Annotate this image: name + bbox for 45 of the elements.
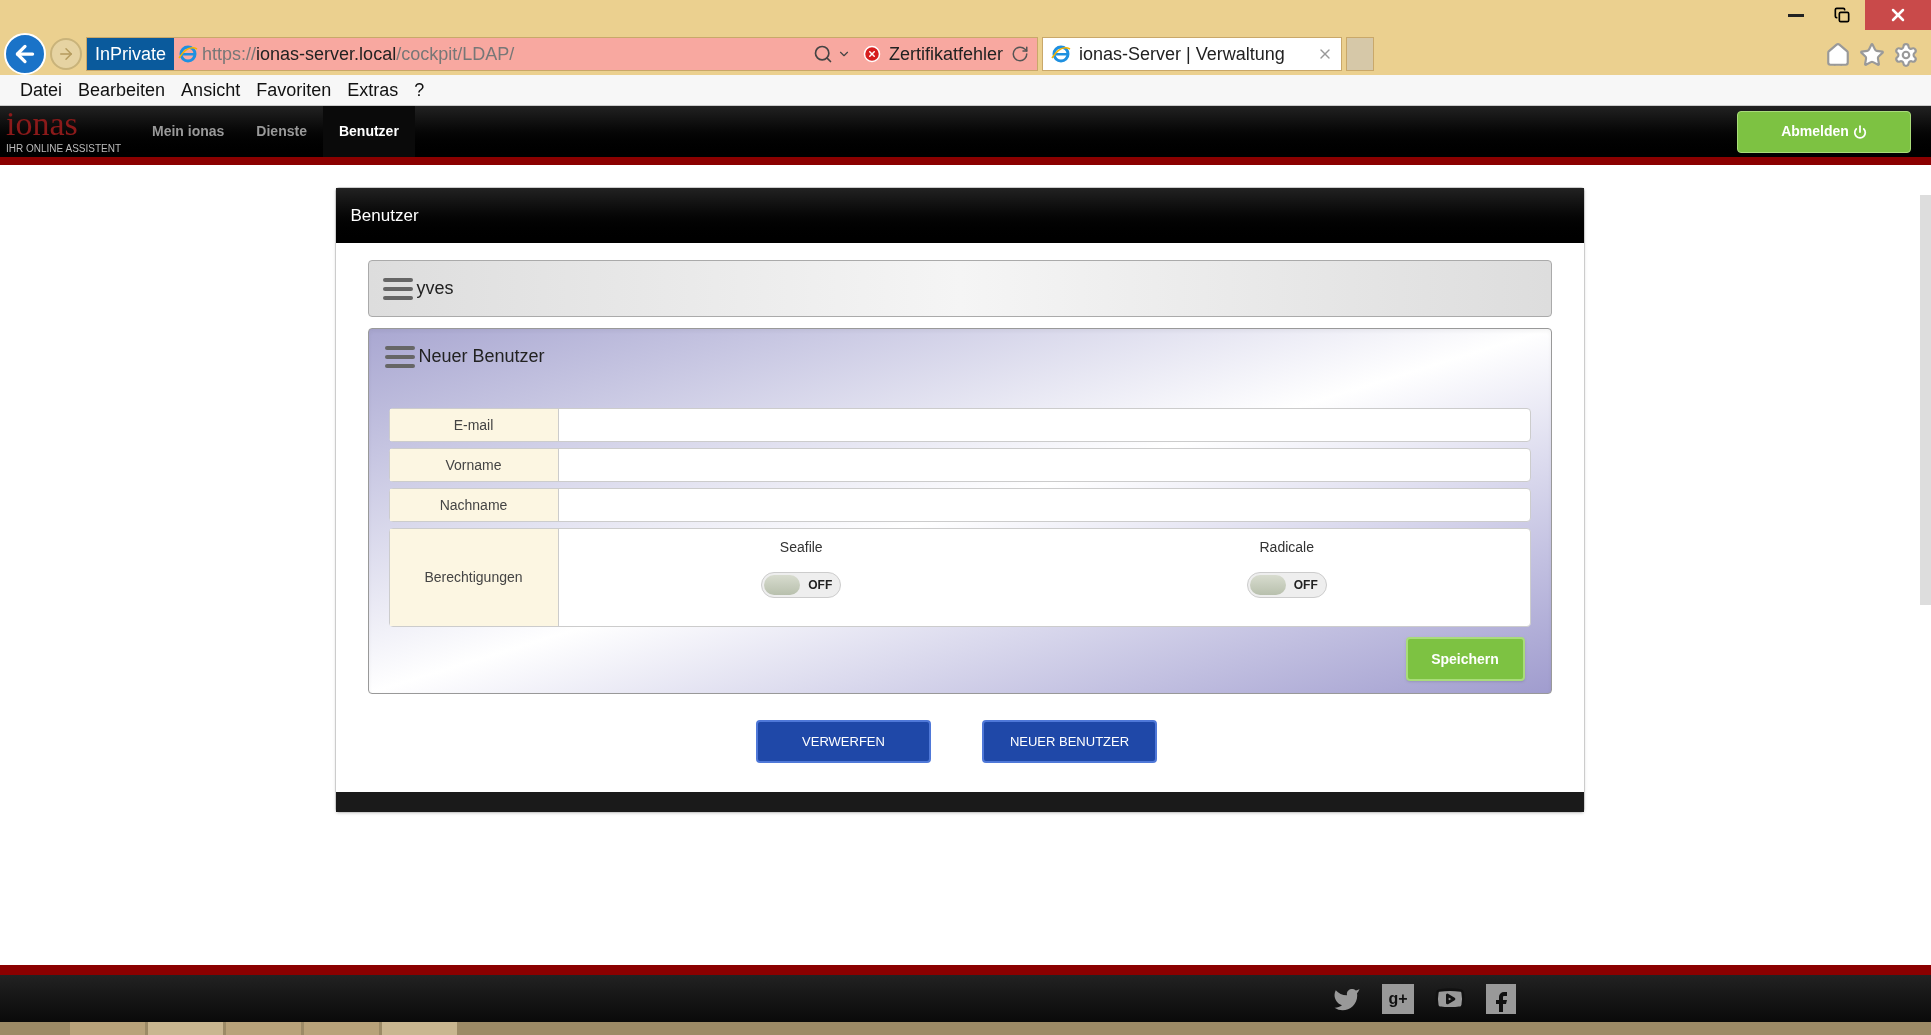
url-text: https://ionas-server.local/cockpit/LDAP/ [202,42,515,66]
address-bar[interactable]: InPrivate https://ionas-server.local/cockpit/LDAP/ Zertifikatfehler [86,37,1038,71]
menu-item[interactable]: Bearbeiten [78,76,166,104]
toggle-switch[interactable]: OFF [761,572,842,598]
menu-item[interactable]: Favoriten [256,76,332,104]
favorites-icon[interactable] [1859,42,1885,68]
inprivate-badge: InPrivate [87,38,175,70]
logo-tagline: IHR ONLINE ASSISTENT [6,142,122,156]
card-title: Benutzer [350,204,419,227]
menu-item[interactable]: ? [414,76,425,104]
nav-tab[interactable]: Mein ionas [136,106,241,157]
toggle-switch[interactable]: OFF [1246,572,1327,598]
accordion-panel[interactable]: yves [367,260,1552,317]
arrow-right-icon [57,45,75,63]
refresh-icon[interactable] [1011,45,1029,63]
power-icon [1852,124,1867,139]
certificate-error-text[interactable]: Zertifikatfehler [888,40,1003,68]
permission-label: Radicale [1259,538,1314,557]
permission-label: Seafile [779,538,823,557]
nav-tab[interactable]: Dienste [240,106,323,157]
browser-tab[interactable]: ionas-Server | Verwaltung [1042,37,1342,71]
field-label: Berechtigungen [389,529,559,626]
menu-item[interactable]: Extras [347,76,399,104]
restore-icon [1834,7,1850,23]
google-plus-icon[interactable]: g+ [1382,983,1414,1014]
close-button[interactable] [1865,0,1931,30]
facebook-icon[interactable] [1486,983,1516,1014]
scrollbar[interactable] [1920,195,1931,605]
browser-logo-icon [178,44,199,64]
menu-icon [384,344,415,369]
settings-icon[interactable] [1893,42,1919,68]
nav-tab[interactable]: Benutzer [322,106,415,157]
back-button[interactable] [4,33,46,75]
accordion-title: yves [416,277,454,300]
browser-logo-icon [1051,44,1071,64]
minimize-icon [1788,13,1804,17]
menu-item[interactable]: Datei [20,76,63,104]
menu-item[interactable]: Ansicht [181,76,241,104]
menu-icon [382,276,413,301]
home-icon[interactable] [1825,42,1851,68]
accordion-title: Neuer Benutzer [418,345,545,368]
error-shield-icon [862,45,881,63]
action-button[interactable]: VERWERFEN [756,720,931,763]
search-icon[interactable] [812,44,833,64]
action-button[interactable]: NEUER BENUTZER [982,720,1157,763]
